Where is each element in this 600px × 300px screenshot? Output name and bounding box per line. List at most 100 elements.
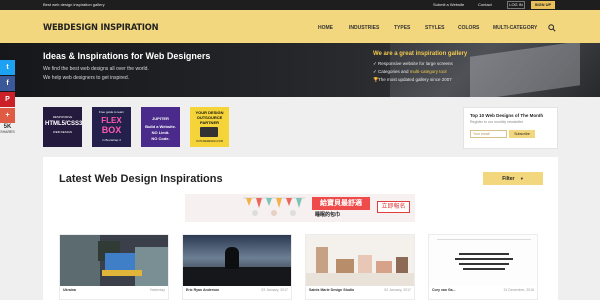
design-card[interactable]: Cory van Ga... 31 December, 2016 (428, 234, 538, 300)
submit-website-link[interactable]: Submit a Website (433, 2, 464, 7)
design-screenshot (429, 235, 537, 286)
promo-headline: 給寶貝最舒適 (312, 197, 370, 210)
screenshot-block (316, 247, 328, 273)
design-screenshot (306, 235, 414, 286)
nav-item-home[interactable]: HOME (318, 25, 333, 31)
ad-text: WEB DESIGN (52, 130, 73, 134)
latest-section: Latest Web Design Inspirations Filter ▼ … (43, 157, 558, 300)
filter-label: Filter (502, 176, 515, 182)
ad-jupiter[interactable]: JUPITER Build a Website. NO Limit. NO Co… (141, 107, 180, 147)
facebook-share-button[interactable]: f (0, 76, 15, 91)
email-field[interactable]: Your email (470, 130, 507, 138)
screenshot-block (455, 258, 513, 260)
ad-html5-css3[interactable]: RESPONSIVE HTML5/CSS3 WEB DESIGN (43, 107, 82, 147)
screenshot-block (135, 247, 168, 286)
nav-item-multi-category[interactable]: MULTI-CATEGORY (493, 25, 537, 31)
signup-button[interactable]: SIGN UP (531, 1, 555, 9)
design-date: 31 December, 2016 (503, 288, 534, 292)
hero-feature-text: Categories and (378, 69, 410, 74)
ad-text: FLEX (101, 116, 122, 125)
ad-text: NO Limit. (151, 130, 170, 135)
hero-feature-text: Responsive website for large screens (378, 61, 453, 66)
ad-text: in Bootstrap 4 (102, 138, 121, 142)
design-card[interactable]: Ukraina Yesterday (59, 234, 169, 300)
hero-feature-text: The most updated gallery since 2007 (378, 77, 452, 82)
design-card[interactable]: Saints Marie Design Studio 02 January, 2… (305, 234, 415, 300)
hero-feature-categories: ✓Categories and multi-category tool (373, 69, 447, 75)
screenshot-block (183, 267, 291, 286)
pinterest-icon: P (5, 96, 10, 103)
chevron-down-icon: ▼ (519, 176, 524, 181)
bunting-illustration (243, 197, 305, 216)
promo-register-button[interactable]: 立即報名 (377, 201, 410, 213)
design-title: Saints Marie Design Studio (309, 288, 355, 292)
filter-button[interactable]: Filter ▼ (483, 172, 543, 185)
screenshot-block (463, 268, 505, 270)
twitter-icon: t (6, 64, 9, 71)
screenshot-block (459, 253, 509, 255)
promo-banner[interactable]: 給寶貝最舒適 睡眠的包巾 立即報名 (185, 194, 415, 222)
hero-subtitle-2: We help web designers to get inspired. (43, 75, 130, 81)
top-bar: Best web design inspiration gallery Subm… (0, 0, 600, 10)
twitter-share-button[interactable]: t (0, 60, 15, 75)
person-silhouette (225, 247, 239, 269)
login-button[interactable]: LOG IN (507, 1, 525, 9)
nav-item-colors[interactable]: COLORS (458, 25, 479, 31)
hero-banner: Ideas & Inspirations for Web Designers W… (0, 43, 600, 97)
ad-text: OUTLINEDESIGN.COM (196, 140, 223, 143)
main-nav: WEBDESIGN INSPIRATION HOME INDUSTRIES TY… (0, 10, 600, 43)
share-label: SHARES (0, 130, 15, 134)
social-share-bar: t f P + 5K SHARES (0, 60, 15, 135)
screenshot-block (306, 273, 414, 286)
screenshot-block (437, 239, 531, 240)
design-title: Eric Ryan Anderson (186, 288, 220, 292)
design-title: Ukraina (63, 288, 76, 292)
design-title: Cory van Ga... (432, 288, 456, 292)
newsletter-box: Top 10 Web Designs of The Month Register… (463, 107, 558, 149)
screenshot-block (60, 235, 100, 286)
hero-title: Ideas & Inspirations for Web Designers (43, 51, 211, 61)
screenshot-block (459, 263, 509, 265)
hero-feature-updated: 🏆The most updated gallery since 2007 (373, 77, 452, 83)
screenshot-block (376, 261, 392, 273)
multi-category-tool-link[interactable]: multi-category tool (410, 69, 447, 74)
screenshot-block (358, 255, 372, 273)
ad-text: JUPITER (152, 116, 169, 121)
nav-item-industries[interactable]: INDUSTRIES (349, 25, 379, 31)
ad-outsource-partner[interactable]: YOUR DESIGN OUTSOURCE PARTNER OUTLINEDES… (190, 107, 229, 147)
site-logo[interactable]: WEBDESIGN INSPIRATION (43, 23, 159, 33)
design-date: 02 January, 2017 (384, 288, 411, 292)
screenshot-block (336, 259, 354, 273)
laptop-illustration (200, 127, 218, 137)
hero-feature-heading: We are a great inspiration gallery (373, 51, 468, 57)
hero-feature-responsive: ✓Responsive website for large screens (373, 61, 453, 67)
contact-link[interactable]: Contact (478, 2, 492, 7)
ad-flexbox[interactable]: Free guide to learn FLEX BOX in Bootstra… (92, 107, 131, 147)
ad-text: Build a Website. (145, 124, 176, 129)
ad-text: NO Code. (151, 136, 170, 141)
screenshot-block (396, 257, 408, 273)
ad-text: HTML5/CSS3 (45, 121, 82, 127)
nav-item-styles[interactable]: STYLES (425, 25, 444, 31)
screenshot-block (102, 270, 142, 276)
section-title: Latest Web Design Inspirations (59, 173, 223, 185)
subscribe-button[interactable]: Subscribe (509, 130, 535, 138)
facebook-icon: f (6, 80, 9, 87)
design-date: 03 January, 2017 (261, 288, 288, 292)
hero-subtitle-1: We find the best web designs all over th… (43, 66, 149, 72)
screenshot-block (105, 253, 135, 271)
ad-text: RESPONSIVE (52, 115, 73, 119)
design-date: Yesterday (149, 288, 165, 292)
promo-subline: 睡眠的包巾 (315, 212, 341, 218)
design-card[interactable]: Eric Ryan Anderson 03 January, 2017 (182, 234, 292, 300)
design-screenshot (183, 235, 291, 286)
pinterest-share-button[interactable]: P (0, 92, 15, 107)
google-plus-share-button[interactable]: + (0, 108, 15, 123)
search-icon[interactable] (548, 24, 556, 32)
design-screenshot (60, 235, 168, 286)
ad-text: Free guide to learn (98, 110, 125, 114)
nav-item-types[interactable]: TYPES (394, 25, 410, 31)
newsletter-subtitle: Register to our monthly newsletter (470, 120, 524, 124)
newsletter-title: Top 10 Web Designs of The Month (470, 113, 544, 118)
tagline: Best web design inspiration gallery (43, 2, 105, 7)
